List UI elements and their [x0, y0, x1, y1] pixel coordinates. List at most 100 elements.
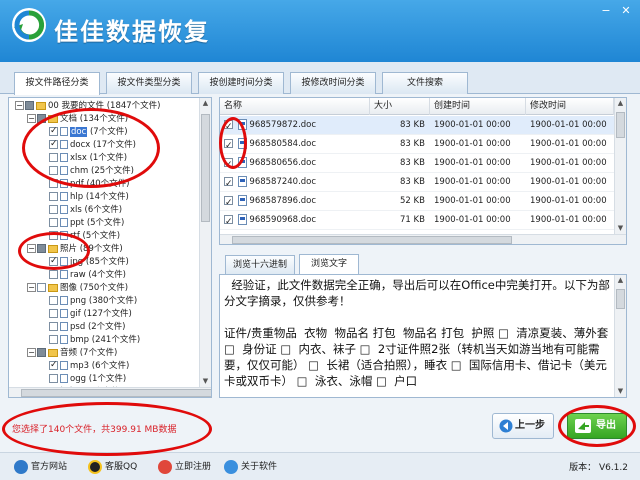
- minimize-button[interactable]: −: [598, 4, 614, 18]
- file-row[interactable]: 968579872.doc 83 KB 1900-01-01 00:00 1900-0…: [220, 116, 614, 137]
- column-header-modified[interactable]: 修改时间: [526, 98, 614, 115]
- expander-icon[interactable]: −: [27, 348, 36, 357]
- checkbox[interactable]: [49, 309, 58, 318]
- close-button[interactable]: ✕: [618, 4, 634, 18]
- list-horizontal-scrollbar[interactable]: [220, 234, 626, 244]
- checkbox[interactable]: [49, 255, 58, 268]
- scroll-thumb[interactable]: [21, 389, 211, 397]
- scroll-down-icon[interactable]: ▼: [615, 386, 626, 397]
- tab-by-modified-time[interactable]: 按修改时间分类: [290, 72, 376, 94]
- scroll-up-icon[interactable]: ▲: [615, 98, 626, 109]
- checkbox[interactable]: [49, 125, 58, 138]
- checkbox[interactable]: [49, 374, 58, 383]
- column-header-created[interactable]: 创建时间: [430, 98, 526, 115]
- support-qq-label: 客服QQ: [105, 462, 138, 472]
- tree-node[interactable]: xlsx (1个文件): [39, 152, 127, 165]
- tree-node[interactable]: rtf (5个文件): [39, 230, 120, 243]
- tree-node[interactable]: − 文档 (134个文件): [27, 113, 128, 126]
- checkbox[interactable]: [49, 359, 58, 372]
- scroll-up-icon[interactable]: ▲: [615, 275, 626, 286]
- checkbox[interactable]: [25, 101, 34, 110]
- expander-icon[interactable]: −: [27, 283, 36, 292]
- file-modified: 1900-01-01 00:00: [530, 120, 607, 130]
- tree-node[interactable]: − 音频 (7个文件): [27, 347, 117, 360]
- checkbox[interactable]: [224, 137, 233, 156]
- checkbox[interactable]: [37, 283, 46, 292]
- official-website-link[interactable]: 官方网站: [14, 460, 67, 474]
- tree-node-count: (2个文件): [87, 322, 126, 332]
- scroll-thumb[interactable]: [201, 114, 210, 222]
- checkbox[interactable]: [49, 335, 58, 344]
- register-link[interactable]: 立即注册: [158, 460, 211, 474]
- about-link[interactable]: 关于软件: [224, 460, 277, 474]
- export-button[interactable]: 导出: [567, 413, 627, 439]
- support-qq-link[interactable]: 客服QQ: [88, 460, 137, 474]
- tree-node[interactable]: docx (17个文件): [39, 138, 136, 152]
- tree-node[interactable]: psd (2个文件): [39, 321, 125, 334]
- checkbox[interactable]: [49, 205, 58, 214]
- tree-node[interactable]: raw (4个文件): [39, 269, 126, 282]
- file-icon: [60, 296, 68, 305]
- column-header-size[interactable]: 大小: [370, 98, 430, 115]
- tab-by-created-time[interactable]: 按创建时间分类: [198, 72, 284, 94]
- tree-node[interactable]: jpg (85个文件): [39, 255, 129, 269]
- checkbox[interactable]: [224, 175, 233, 194]
- checkbox[interactable]: [224, 213, 233, 232]
- tree-horizontal-scrollbar[interactable]: [9, 387, 211, 397]
- tree-node[interactable]: gif (127个文件): [39, 308, 132, 321]
- scroll-thumb[interactable]: [232, 236, 512, 244]
- tab-text-view[interactable]: 浏览文字: [299, 254, 359, 275]
- expander-icon[interactable]: −: [15, 101, 24, 110]
- checkbox[interactable]: [49, 138, 58, 151]
- checkbox[interactable]: [49, 296, 58, 305]
- tree-node-label: hlp: [70, 192, 84, 202]
- checkbox[interactable]: [224, 194, 233, 213]
- expander-icon[interactable]: −: [27, 244, 36, 253]
- tree-node[interactable]: chm (25个文件): [39, 165, 134, 178]
- file-row[interactable]: 968580656.doc 83 KB 1900-01-01 00:00 1900-0…: [220, 154, 614, 175]
- checkbox[interactable]: [224, 156, 233, 175]
- previous-step-button[interactable]: 上一步: [492, 413, 554, 439]
- checkbox[interactable]: [49, 179, 58, 188]
- tree-node[interactable]: png (380个文件): [39, 295, 137, 308]
- tree-node[interactable]: bmp (241个文件): [39, 334, 140, 347]
- tab-by-path[interactable]: 按文件路径分类: [14, 72, 100, 95]
- checkbox[interactable]: [49, 270, 58, 279]
- file-row[interactable]: 968590968.doc 71 KB 1900-01-01 00:00 1900-0…: [220, 211, 614, 232]
- preview-vertical-scrollbar[interactable]: ▲ ▼: [614, 275, 626, 397]
- expander-icon[interactable]: −: [27, 114, 36, 123]
- tree-node[interactable]: ogg (1个文件): [39, 373, 126, 386]
- tree-vertical-scrollbar[interactable]: ▲ ▼: [199, 98, 211, 397]
- checkbox[interactable]: [37, 244, 46, 253]
- tree-node[interactable]: pdf (40个文件): [39, 178, 129, 191]
- checkbox[interactable]: [37, 114, 46, 123]
- scroll-down-icon[interactable]: ▼: [615, 223, 626, 234]
- checkbox[interactable]: [49, 231, 58, 240]
- tab-hex-view[interactable]: 浏览十六进制: [225, 255, 295, 275]
- checkbox[interactable]: [49, 192, 58, 201]
- tree-node[interactable]: − 照片 (89个文件): [27, 243, 123, 256]
- tab-file-search[interactable]: 文件搜索: [382, 72, 468, 94]
- tab-by-type[interactable]: 按文件类型分类: [106, 72, 192, 94]
- checkbox[interactable]: [49, 153, 58, 162]
- scroll-up-icon[interactable]: ▲: [200, 98, 211, 109]
- scroll-thumb[interactable]: [616, 289, 625, 309]
- checkbox[interactable]: [37, 348, 46, 357]
- column-header-name[interactable]: 名称: [220, 98, 370, 115]
- file-row[interactable]: 968587896.doc 52 KB 1900-01-01 00:00 1900-0…: [220, 192, 614, 213]
- file-row[interactable]: 968580584.doc 83 KB 1900-01-01 00:00 1900-0…: [220, 135, 614, 156]
- checkbox[interactable]: [224, 118, 233, 137]
- tree-node[interactable]: xls (6个文件): [39, 204, 122, 217]
- checkbox[interactable]: [49, 322, 58, 331]
- tree-node[interactable]: − 00 我要的文件 (1847个文件): [15, 100, 161, 113]
- tree-node[interactable]: hlp (14个文件): [39, 191, 129, 204]
- tree-node[interactable]: ppt (5个文件): [39, 217, 124, 230]
- file-row[interactable]: 968587240.doc 83 KB 1900-01-01 00:00 1900-0…: [220, 173, 614, 194]
- checkbox[interactable]: [49, 218, 58, 227]
- tree-node[interactable]: mp3 (6个文件): [39, 359, 129, 373]
- checkbox[interactable]: [49, 166, 58, 175]
- scroll-down-icon[interactable]: ▼: [200, 376, 211, 387]
- list-vertical-scrollbar[interactable]: ▲ ▼: [614, 98, 626, 244]
- scroll-thumb[interactable]: [616, 112, 625, 138]
- tree-node[interactable]: − 图像 (750个文件): [27, 282, 128, 295]
